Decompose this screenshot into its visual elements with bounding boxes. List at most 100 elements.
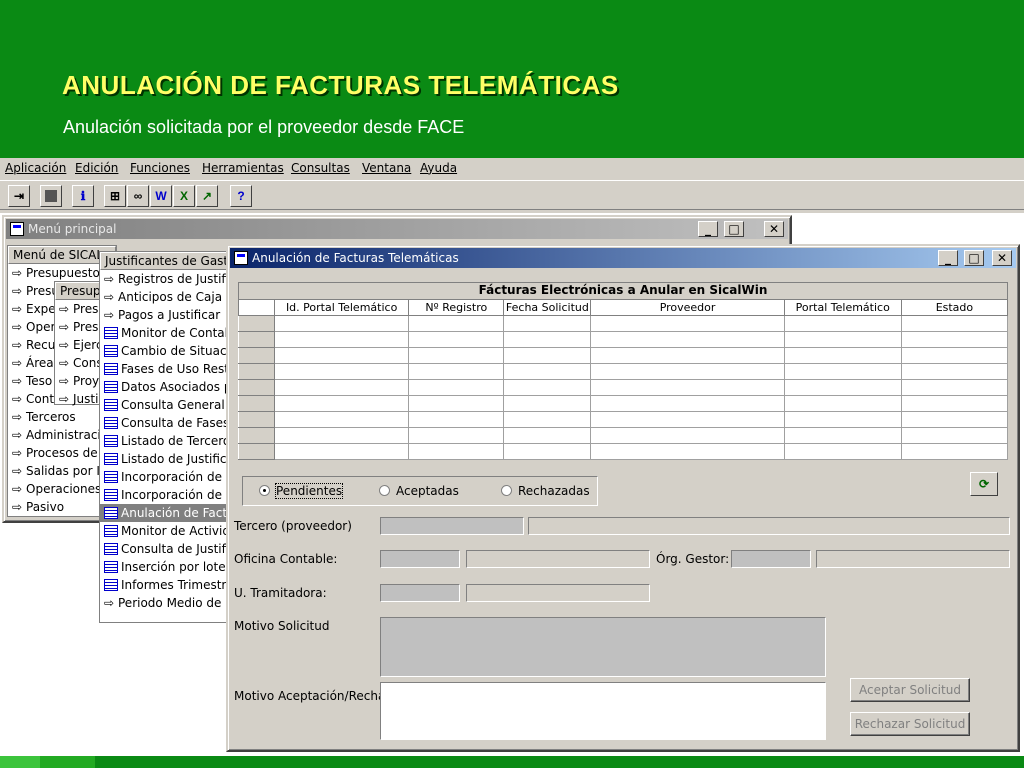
- maximize-button[interactable]: □: [964, 250, 984, 266]
- table-cell[interactable]: [503, 395, 592, 412]
- table-cell[interactable]: [408, 315, 505, 332]
- col-portal[interactable]: Portal Telemático: [783, 299, 902, 316]
- table-cell[interactable]: [274, 411, 410, 428]
- table-cell[interactable]: [274, 315, 410, 332]
- tercero-code-field[interactable]: [380, 517, 524, 535]
- table-cell[interactable]: [783, 427, 902, 444]
- table-cell[interactable]: [900, 315, 1009, 332]
- aceptar-solicitud-button[interactable]: Aceptar Solicitud: [850, 678, 970, 702]
- table-cell[interactable]: [503, 331, 592, 348]
- justificantes-menu-item[interactable]: Incorporación de Factu: [100, 468, 238, 486]
- table-cell[interactable]: [408, 331, 505, 348]
- table-cell[interactable]: [408, 363, 505, 380]
- table-cell[interactable]: [783, 379, 902, 396]
- table-cell[interactable]: [783, 315, 902, 332]
- table-cell[interactable]: [274, 395, 410, 412]
- row-header[interactable]: [237, 347, 276, 364]
- menu-ayuda[interactable]: Ayuda: [420, 161, 457, 175]
- table-cell[interactable]: [274, 443, 410, 460]
- close-button[interactable]: ✕: [992, 250, 1012, 266]
- close-button[interactable]: ✕: [764, 221, 784, 237]
- table-cell[interactable]: [274, 379, 410, 396]
- table-cell[interactable]: [590, 347, 785, 364]
- table-cell[interactable]: [900, 379, 1009, 396]
- table-row[interactable]: [237, 379, 1009, 396]
- table-cell[interactable]: [274, 331, 410, 348]
- refresh-icon[interactable]: ⟳: [970, 472, 998, 496]
- table-cell[interactable]: [408, 347, 505, 364]
- justificantes-menu-item[interactable]: Anulación de Facturas: [100, 504, 238, 522]
- binoculars-icon[interactable]: ∞: [127, 185, 149, 207]
- table-cell[interactable]: [900, 427, 1009, 444]
- table-cell[interactable]: [590, 331, 785, 348]
- justificantes-menu-item[interactable]: ⇨ Pagos a Justificar: [100, 306, 238, 324]
- table-cell[interactable]: [900, 331, 1009, 348]
- col-estado[interactable]: Estado: [900, 299, 1009, 316]
- table-cell[interactable]: [900, 443, 1009, 460]
- oficina-code-field[interactable]: [380, 550, 460, 568]
- table-cell[interactable]: [503, 347, 592, 364]
- table-cell[interactable]: [274, 363, 410, 380]
- excel-icon[interactable]: X: [173, 185, 195, 207]
- motivo-aceptacion-field[interactable]: [380, 682, 826, 740]
- justificantes-menu-item[interactable]: Monitor de Contabilizac: [100, 324, 238, 342]
- tercero-name-field[interactable]: [528, 517, 1010, 535]
- table-cell[interactable]: [590, 363, 785, 380]
- justificantes-menu-item[interactable]: Inserción por lotes de: [100, 558, 238, 576]
- justificantes-menu-item[interactable]: Monitor de Actividad A: [100, 522, 238, 540]
- table-cell[interactable]: [783, 363, 902, 380]
- table-row[interactable]: [237, 427, 1009, 444]
- motivo-solicitud-field[interactable]: [380, 617, 826, 677]
- table-cell[interactable]: [408, 379, 505, 396]
- table-cell[interactable]: [900, 411, 1009, 428]
- table-row[interactable]: [237, 395, 1009, 412]
- table-cell[interactable]: [408, 427, 505, 444]
- radio-rechazadas[interactable]: Rechazadas: [501, 484, 590, 498]
- justificantes-menu-item[interactable]: Consulta de Justificant: [100, 540, 238, 558]
- facturas-grid[interactable]: Id. Portal Telemático Nº Registro Fecha …: [237, 299, 1009, 460]
- justificantes-menu-item[interactable]: Incorporación de Factu: [100, 486, 238, 504]
- justificantes-menu-item[interactable]: Consulta de Fases de: [100, 414, 238, 432]
- table-cell[interactable]: [783, 411, 902, 428]
- menu-funciones[interactable]: Funciones: [130, 161, 190, 175]
- table-cell[interactable]: [900, 363, 1009, 380]
- row-header[interactable]: [237, 427, 276, 444]
- radio-pendientes[interactable]: Pendientes: [259, 483, 344, 499]
- justificantes-menu-item[interactable]: ⇨ Anticipos de Caja Fija: [100, 288, 238, 306]
- menu-aplicacion[interactable]: Aplicación: [5, 161, 66, 175]
- justificantes-menu-item[interactable]: Listado de Terceros po: [100, 432, 238, 450]
- table-cell[interactable]: [590, 427, 785, 444]
- col-proveedor[interactable]: Proveedor: [590, 299, 785, 316]
- row-header[interactable]: [237, 363, 276, 380]
- row-header[interactable]: [237, 331, 276, 348]
- row-header[interactable]: [237, 379, 276, 396]
- col-registro[interactable]: Nº Registro: [408, 299, 505, 316]
- row-header[interactable]: [237, 443, 276, 460]
- col-fecha[interactable]: Fecha Solicitud: [503, 299, 592, 316]
- table-cell[interactable]: [408, 443, 505, 460]
- minimize-button[interactable]: _: [938, 250, 958, 266]
- chart-icon[interactable]: ↗: [196, 185, 218, 207]
- row-header[interactable]: [237, 315, 276, 332]
- table-cell[interactable]: [503, 427, 592, 444]
- exit-icon[interactable]: ⇥: [8, 185, 30, 207]
- table-cell[interactable]: [503, 411, 592, 428]
- table-cell[interactable]: [783, 395, 902, 412]
- table-row[interactable]: [237, 443, 1009, 460]
- help-icon[interactable]: ?: [230, 185, 252, 207]
- justificantes-menu-item[interactable]: ⇨ Periodo Medio de Pag: [100, 594, 238, 612]
- table-cell[interactable]: [590, 443, 785, 460]
- table-cell[interactable]: [783, 331, 902, 348]
- rechazar-solicitud-button[interactable]: Rechazar Solicitud: [850, 712, 970, 736]
- table-cell[interactable]: [503, 379, 592, 396]
- table-row[interactable]: [237, 331, 1009, 348]
- info-icon[interactable]: ℹ: [72, 185, 94, 207]
- table-row[interactable]: [237, 411, 1009, 428]
- unidad-code-field[interactable]: [380, 584, 460, 602]
- tree-icon[interactable]: ⊞: [104, 185, 126, 207]
- row-header[interactable]: [237, 411, 276, 428]
- table-cell[interactable]: [503, 443, 592, 460]
- table-cell[interactable]: [408, 411, 505, 428]
- justificantes-menu-item[interactable]: Datos Asociados por D: [100, 378, 238, 396]
- minimize-button[interactable]: _: [698, 221, 718, 237]
